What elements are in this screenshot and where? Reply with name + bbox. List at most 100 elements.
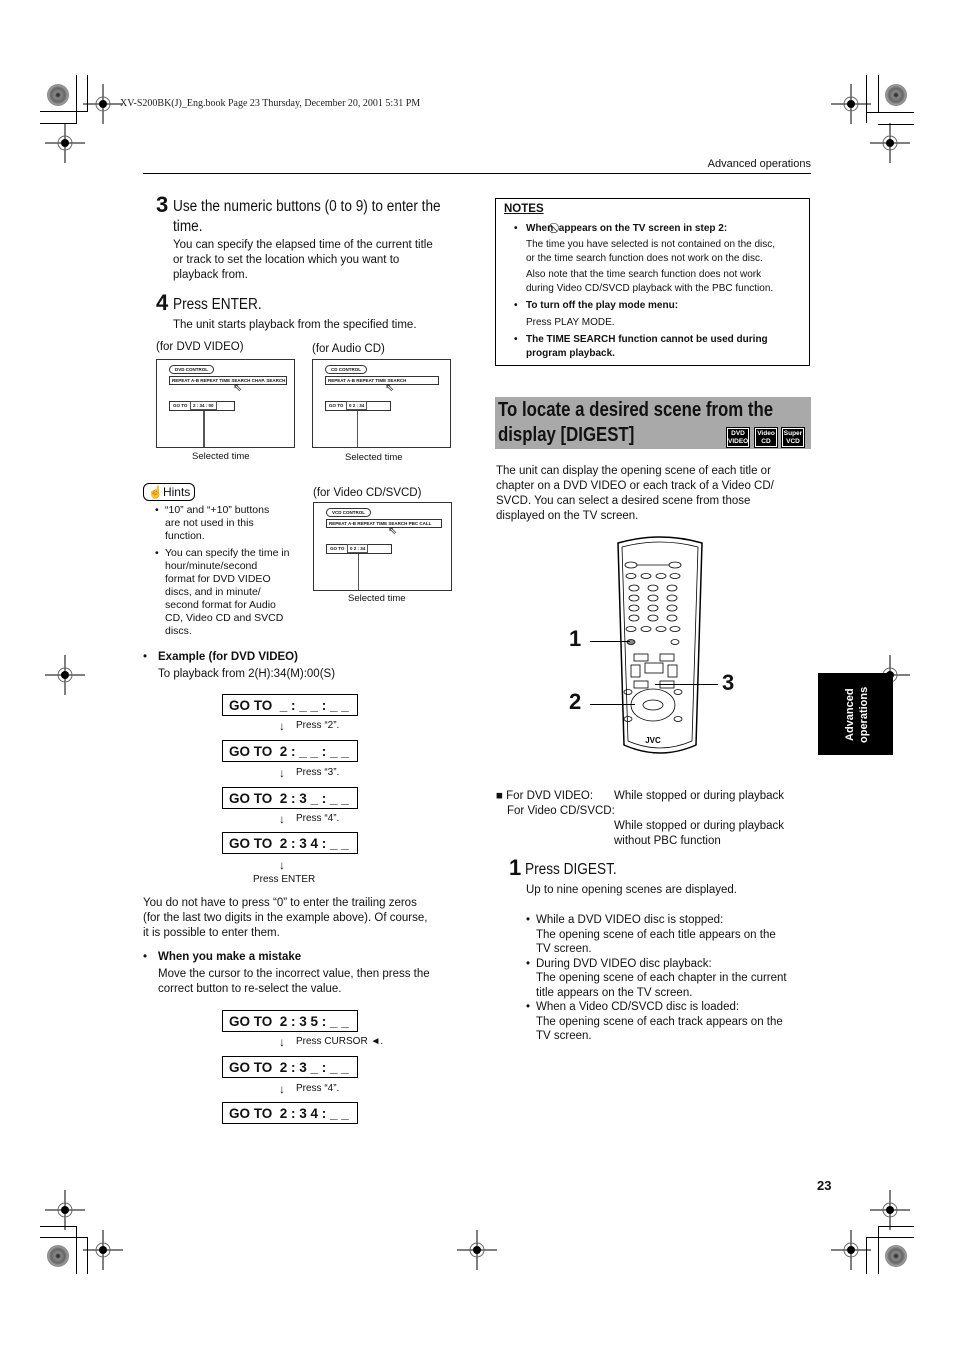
printer-disc-mark [885, 84, 907, 106]
crop-mark [40, 111, 88, 112]
step-4-body: The unit starts playback from the specif… [173, 319, 417, 331]
note-1-body-2: Also note that the time search function … [526, 269, 774, 294]
registration-mark-icon [45, 123, 85, 163]
press-instruction: Press “4”. [296, 1083, 340, 1094]
goto-field: GO TO 2 : 34 : 00 [169, 401, 235, 411]
down-arrow-icon: ↓ [279, 858, 285, 872]
printer-disc-mark [47, 84, 69, 106]
selected-time-value: 0 2 : 34 [346, 401, 368, 410]
registration-mark-icon [831, 84, 871, 124]
example-heading: • Example (for DVD VIDEO) [143, 651, 298, 663]
screen-dvd-video: DVD CONTROL REPEAT A-B REPEAT TIME SEARC… [156, 359, 295, 448]
callout-line [590, 641, 630, 642]
page-number: 23 [817, 1178, 832, 1193]
screen-label-audio-cd: (for Audio CD) [312, 343, 385, 355]
down-arrow-icon: ↓ [279, 1035, 285, 1049]
pointer-cursor-icon: ⇖ [385, 382, 395, 394]
play-mode-menu: REPEAT A-B REPEAT TIME SEARCH [325, 376, 439, 385]
callout-leader [203, 411, 205, 447]
registration-mark-icon [831, 1230, 871, 1270]
bullet-item: • During DVD VIDEO disc playback: The op… [526, 957, 787, 999]
hint-item: • You can specify the time in hour/minut… [155, 547, 290, 637]
goto-display: GO TO _ : _ _ : _ _ [222, 694, 358, 716]
pointer-cursor-icon: ⇖ [388, 525, 398, 537]
crop-mark [76, 75, 77, 123]
registration-mark-icon [870, 1190, 910, 1230]
screen-label-dvd: (for DVD VIDEO) [156, 341, 244, 353]
digest-step-1: 1 [509, 855, 521, 881]
remote-callout-1: 1 [569, 626, 582, 651]
example-subtext: To playback from 2(H):34(M):00(S) [158, 668, 336, 680]
screen-caption: Selected time [348, 593, 406, 604]
chapter-side-tab: Advanced operations [818, 673, 893, 755]
registration-mark-icon [45, 1190, 85, 1230]
remote-brand-logo: JVC [645, 736, 661, 745]
press-instruction: Press CURSOR ◄. [296, 1036, 384, 1047]
step-3: 3 [156, 192, 168, 218]
mistake-heading: • When you make a mistake [143, 951, 302, 963]
remote-control-illustration: JVC [617, 536, 703, 754]
play-mode-menu: REPEAT A-B REPEAT TIME SEARCH CHAP. SEAR… [169, 376, 287, 385]
screen-caption: Selected time [192, 451, 250, 462]
hints-badge: ☝Hints [143, 483, 196, 501]
note-2-body: Press PLAY MODE. [526, 317, 615, 328]
callout-line [590, 704, 635, 705]
running-header: Advanced operations [707, 158, 811, 170]
screen-caption: Selected time [345, 452, 403, 463]
super-vcd-badge: Super VCD [781, 427, 805, 448]
digest-step-1-title: Press DIGEST. [525, 861, 617, 878]
callout-leader [358, 554, 359, 590]
pointer-cursor-icon: ⇖ [233, 382, 243, 394]
playback-conditions: ■ For DVD VIDEO: While stopped or during … [496, 790, 785, 847]
crop-mark [76, 1226, 77, 1274]
control-label: DVD CONTROL [169, 365, 214, 374]
goto-display: GO TO 2 : 3 4 : _ _ [222, 1102, 358, 1124]
down-arrow-icon: ↓ [279, 766, 285, 780]
goto-display: GO TO 2 : _ _ : _ _ [222, 740, 358, 762]
registration-mark-icon [870, 123, 910, 163]
registration-mark-icon [83, 1230, 123, 1270]
square-bullet-icon: ■ [496, 790, 507, 802]
bullet-item: • While a DVD VIDEO disc is stopped: The… [526, 914, 776, 955]
note-3: • The TIME SEARCH function cannot be used… [514, 334, 768, 359]
press-instruction: Press ENTER [253, 874, 316, 885]
file-header: XV-S200BK(J)_Eng.book Page 23 Thursday, … [120, 98, 421, 109]
down-arrow-icon: ↓ [279, 1082, 285, 1096]
callout-leader [357, 411, 358, 447]
down-arrow-icon: ↓ [279, 719, 285, 733]
crop-mark [866, 1237, 914, 1238]
notes-title: NOTES [504, 203, 544, 215]
goto-display: GO TO 2 : 3 5 : _ _ [222, 1010, 358, 1032]
control-label: VCD CONTROL [326, 508, 371, 517]
crop-mark [878, 75, 879, 112]
remote-callout-3: 3 [722, 670, 735, 695]
step-number: 4 [156, 290, 169, 315]
registration-mark-icon [457, 1230, 497, 1270]
step-3-title-line2: time. [173, 218, 203, 235]
printer-disc-mark [47, 1245, 69, 1267]
screen-video-cd: VCD CONTROL REPEAT A-B REPEAT TIME SEARC… [313, 502, 452, 591]
crop-mark [866, 112, 914, 113]
goto-field: GO TO 0 2 : 34 [326, 544, 392, 554]
step-number: 3 [156, 192, 169, 217]
control-label: CD CONTROL [325, 365, 367, 374]
crop-mark [40, 1237, 88, 1238]
note-1-body: The time you have selected is not contai… [526, 239, 776, 264]
registration-mark-icon [83, 84, 123, 124]
goto-field: GO TO 0 2 : 34 [325, 401, 391, 411]
notes-box: NOTES •When ⃠ appears on the TV screen i… [495, 198, 810, 366]
press-instruction: Press “4”. [296, 813, 340, 824]
dvd-video-badge: DVD VIDEO [726, 427, 750, 448]
step-4-title: Press ENTER. [173, 296, 262, 313]
press-instruction: Press “2”. [296, 720, 340, 731]
remote-callout-2: 2 [569, 689, 582, 714]
hand-icon: ☝ [148, 485, 163, 499]
video-cd-badge: Video CD [754, 427, 778, 448]
play-mode-menu: REPEAT A-B REPEAT TIME SEARCH PBC CALL [326, 519, 442, 528]
note-1-heading: •When ⃠ appears on the TV screen in step… [514, 223, 728, 234]
digest-intro: The unit can display the opening scene o… [496, 465, 774, 522]
step-number: 1 [509, 855, 522, 880]
press-instruction: Press “3”. [296, 767, 340, 778]
step-3-body: You can specify the elapsed time of the … [173, 239, 433, 281]
callout-line [655, 684, 718, 685]
